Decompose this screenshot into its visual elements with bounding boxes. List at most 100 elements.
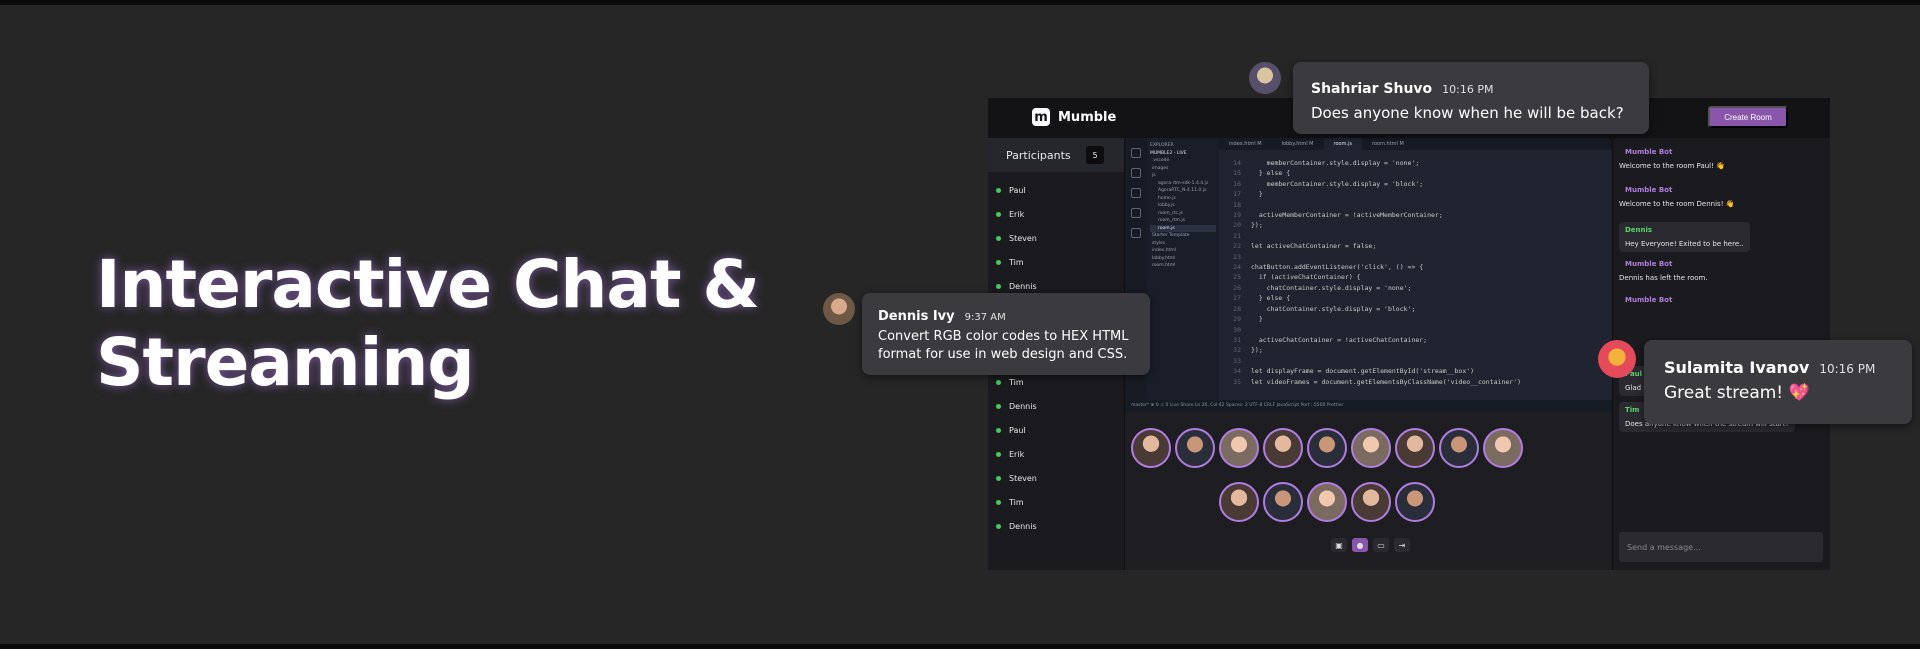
participant-item[interactable]: Paul <box>988 178 1124 202</box>
video-tile[interactable] <box>1263 482 1303 522</box>
code-line: 17 } <box>1225 189 1609 199</box>
message-text: Welcome to the room Dennis! 👋 <box>1619 200 1735 208</box>
participant-item[interactable]: Paul <box>988 418 1124 442</box>
code-line: 18 <box>1225 200 1609 210</box>
shared-screen[interactable]: EXPLORER MUMBLE2 - LIVE .vscode images js a… <box>1125 138 1613 412</box>
video-tile[interactable] <box>1131 428 1171 468</box>
video-tile[interactable] <box>1175 428 1215 468</box>
line-number: 18 <box>1233 200 1241 209</box>
avatar <box>823 293 855 325</box>
participant-name: Dennis <box>1009 281 1037 291</box>
code-line: 16 memberContainer.style.display = 'bloc… <box>1225 179 1609 189</box>
editor-tab[interactable]: index.html M <box>1219 138 1272 150</box>
video-tile[interactable] <box>1307 428 1347 468</box>
code-line: 35 let videoFrames = document.getElements… <box>1225 377 1609 387</box>
participant-item[interactable]: Tim <box>988 250 1124 274</box>
online-status-icon <box>996 499 1001 505</box>
code-text: } <box>1251 190 1263 199</box>
explorer-file[interactable]: lobby.js <box>1150 202 1216 210</box>
participant-item[interactable]: Steven <box>988 226 1124 250</box>
participant-name: Tim <box>1009 257 1024 267</box>
sender-name: Dennis Ivy <box>878 309 955 324</box>
explorer-file[interactable]: room.html <box>1150 262 1216 270</box>
video-tile[interactable] <box>1351 482 1391 522</box>
code-line: 32}); <box>1225 345 1609 355</box>
participant-item[interactable]: Steven <box>988 466 1124 490</box>
editor-tabs: index.html Mlobby.html Mroom.js room.html… <box>1219 138 1613 150</box>
video-tile[interactable] <box>1395 428 1435 468</box>
participants-label: Participants <box>1006 148 1071 162</box>
editor-code: 14 memberContainer.style.display = 'none… <box>1225 158 1609 400</box>
participant-item[interactable]: Tim <box>988 490 1124 514</box>
explorer-file[interactable]: images <box>1150 165 1216 173</box>
video-tile[interactable] <box>1219 428 1259 468</box>
line-number: 29 <box>1233 315 1241 324</box>
explorer-title: EXPLORER <box>1150 143 1174 148</box>
search-icon <box>1131 168 1141 178</box>
participant-item[interactable]: Dennis <box>988 514 1124 538</box>
brand[interactable]: m Mumble <box>1032 108 1116 126</box>
sender-name: Shahriar Shuvo <box>1311 81 1433 97</box>
line-number: 35 <box>1233 377 1241 386</box>
sender-name: Sulamita Ivanov <box>1664 358 1810 377</box>
participant-name: Paul <box>1009 185 1026 195</box>
editor-tab[interactable]: room.html M <box>1362 138 1414 150</box>
chat-message-input[interactable] <box>1619 532 1823 562</box>
explorer-file[interactable]: styles <box>1150 240 1216 248</box>
explorer-file[interactable]: room_rtm.js <box>1150 217 1216 225</box>
code-line: 20}); <box>1225 220 1609 230</box>
create-room-button[interactable]: Create Room <box>1708 106 1788 128</box>
code-line: 21 <box>1225 231 1609 241</box>
line-number: 24 <box>1233 263 1241 272</box>
code-line: 22 let activeChatContainer = false; <box>1225 241 1609 251</box>
online-status-icon <box>996 403 1001 409</box>
explorer-file[interactable]: AgoraRTC_N-4.11.0.js <box>1150 187 1216 195</box>
message-time: 10:16 PM <box>1442 83 1494 96</box>
explorer-file[interactable]: room.js <box>1150 224 1216 232</box>
microphone-icon[interactable]: ● <box>1352 538 1368 552</box>
participant-item[interactable]: Erik <box>988 442 1124 466</box>
participants-count: 5 <box>1086 146 1104 164</box>
leave-icon[interactable]: ⇥ <box>1394 538 1410 552</box>
online-status-icon <box>996 427 1001 433</box>
line-number: 17 <box>1233 190 1241 199</box>
screen-share-icon[interactable]: ▭ <box>1373 538 1389 552</box>
code-text: memberContainer.style.display = 'block'; <box>1251 179 1424 188</box>
participant-name: Tim <box>1009 497 1024 507</box>
editor-tab[interactable]: lobby.html M <box>1272 138 1324 150</box>
online-status-icon <box>996 259 1001 265</box>
explorer-file[interactable]: lobby.html <box>1150 255 1216 263</box>
online-status-icon <box>996 187 1001 193</box>
message-text: Welcome to the room Paul! 👋 <box>1619 162 1725 170</box>
video-tile[interactable] <box>1263 428 1303 468</box>
participant-item[interactable]: Dennis <box>988 394 1124 418</box>
video-tile[interactable] <box>1351 428 1391 468</box>
explorer-file[interactable]: agora-rtm-sdk-1.4.4.js <box>1150 180 1216 188</box>
stream-area: EXPLORER MUMBLE2 - LIVE .vscode images js a… <box>1124 138 1613 570</box>
video-tile[interactable] <box>1483 428 1523 468</box>
code-line: 31 activeChatContainer = !activeChatCont… <box>1225 335 1609 345</box>
video-tile[interactable] <box>1307 482 1347 522</box>
message-text: Great stream! 💖 <box>1664 383 1810 403</box>
online-status-icon <box>996 283 1001 289</box>
message-text: Convert RGB color codes to HEX HTML form… <box>878 329 1129 362</box>
explorer-file[interactable]: index.html <box>1150 247 1216 255</box>
explorer-file[interactable]: js <box>1150 172 1216 180</box>
line-number: 16 <box>1233 179 1241 188</box>
message-sender: Mumble Bot <box>1625 296 1673 304</box>
video-tile[interactable] <box>1395 482 1435 522</box>
explorer-file[interactable]: home.js <box>1150 195 1216 203</box>
code-line: 25 if (activeChatContainer) { <box>1225 272 1609 282</box>
explorer-file[interactable]: .vscode <box>1150 157 1216 165</box>
editor-tab[interactable]: room.js <box>1323 138 1363 150</box>
explorer-project: MUMBLE2 - LIVE <box>1150 150 1187 156</box>
explorer-file[interactable]: room_rtc.js <box>1150 210 1216 218</box>
participant-item[interactable]: Erik <box>988 202 1124 226</box>
message-time: 9:37 AM <box>964 312 1006 323</box>
video-tile[interactable] <box>1219 482 1259 522</box>
camera-icon[interactable]: ▣ <box>1331 538 1347 552</box>
online-status-icon <box>996 211 1001 217</box>
explorer-file[interactable]: Starter Template <box>1150 232 1216 240</box>
video-tile[interactable] <box>1439 428 1479 468</box>
line-number: 25 <box>1233 273 1241 282</box>
